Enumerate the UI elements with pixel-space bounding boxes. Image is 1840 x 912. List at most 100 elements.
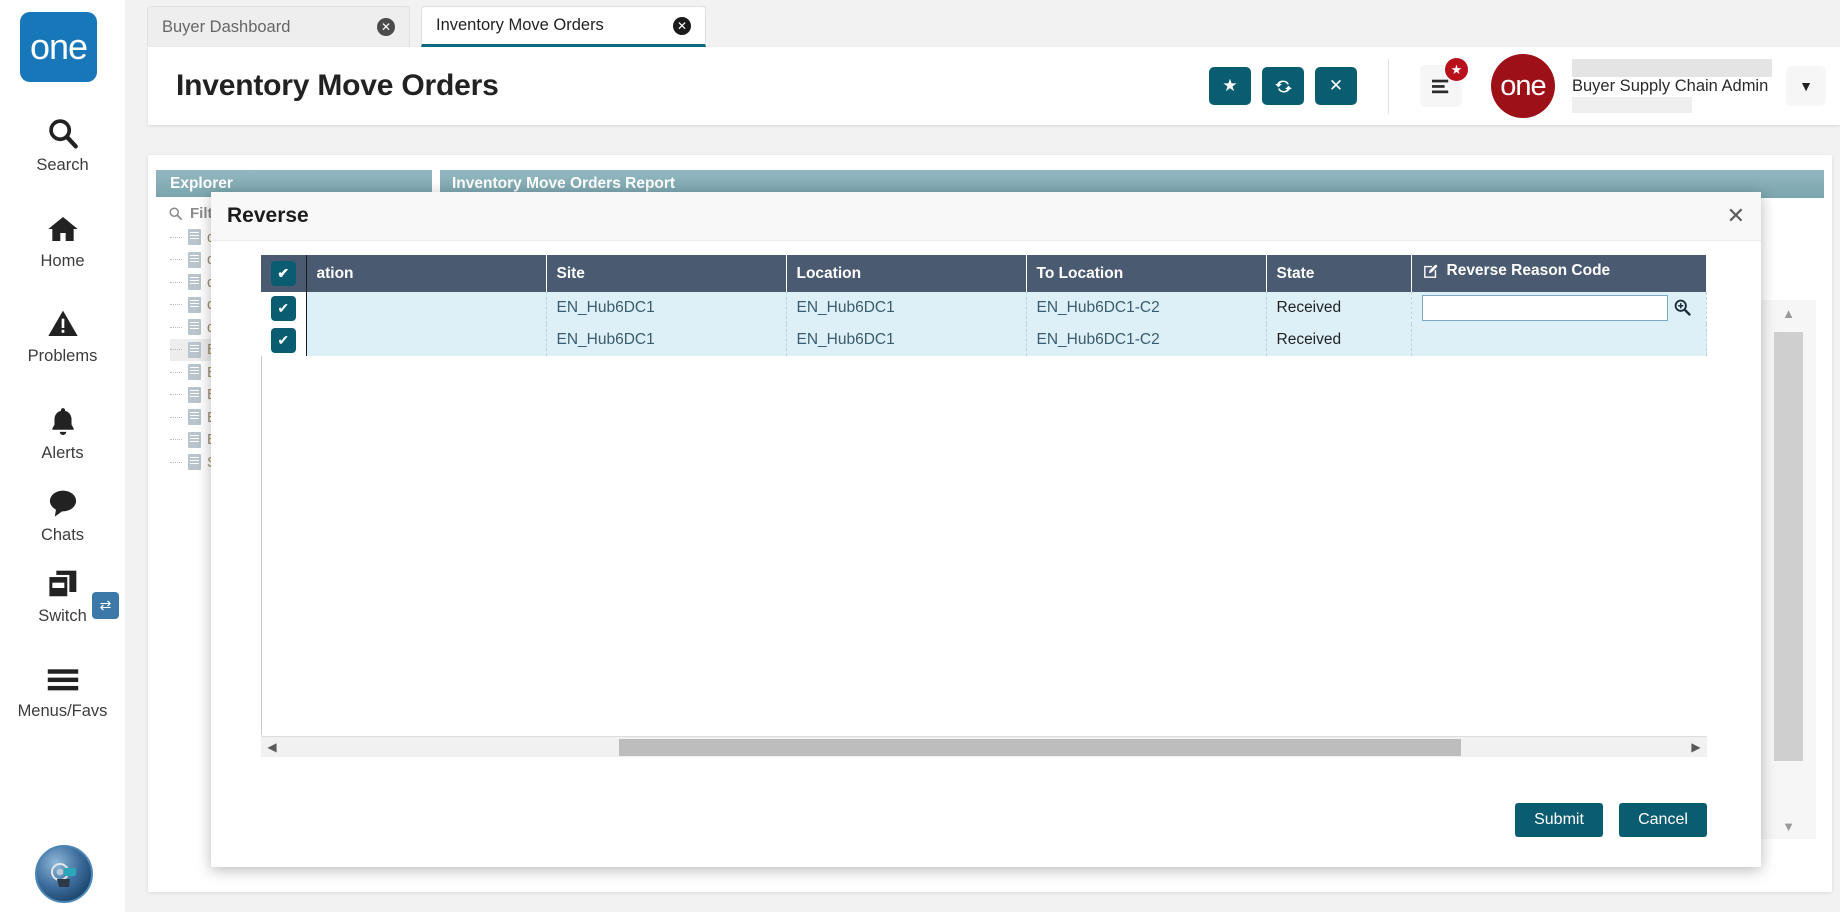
document-icon [188,274,201,291]
refresh-icon [1274,80,1292,92]
chevron-down-icon: ▼ [1799,78,1813,94]
tab-label: Inventory Move Orders [436,16,604,34]
grid-horizontal-scrollbar[interactable]: ◀ ▶ [261,736,1707,757]
favorite-button[interactable]: ★ [1209,67,1251,105]
home-icon [46,208,80,250]
tab-label: Buyer Dashboard [162,17,291,36]
column-header-to-location[interactable]: To Location [1026,255,1267,292]
rail-item-chats[interactable]: Chats [0,482,125,545]
user-menu[interactable]: Buyer Supply Chain Admin ▼ [1572,59,1840,113]
scrollbar-track[interactable] [283,737,1685,758]
warning-icon [46,303,80,345]
scroll-right-icon[interactable]: ▶ [1685,740,1707,754]
star-icon: ★ [1450,61,1463,77]
swap-arrows-icon: ⇄ [99,597,112,613]
switch-toggle-badge[interactable]: ⇄ [92,592,119,619]
cell-state: Received [1266,324,1412,356]
app-logo-text: one [29,26,88,67]
document-icon [188,341,201,358]
row-checkbox[interactable]: ✔ [270,327,296,353]
user-name: Buyer Supply Chain Admin [1572,76,1769,95]
page-title: Inventory Move Orders [176,69,499,102]
tree-connector [170,416,182,418]
header-divider [1388,58,1389,114]
tree-connector [170,281,182,283]
rail-item-problems[interactable]: Problems [0,303,125,366]
tree-connector [170,461,182,463]
tab-close-icon[interactable]: ✕ [673,16,691,35]
tab-inventory-move-orders[interactable]: Inventory Move Orders ✕ [421,6,706,47]
scroll-up-icon[interactable]: ▲ [1761,300,1816,326]
tab-close-icon[interactable]: ✕ [377,18,395,36]
row-checkbox[interactable]: ✔ [270,295,296,321]
document-icon [188,454,201,471]
rail-item-label: Problems [27,347,98,365]
reverse-modal: Reverse ✕ ✔ ation Site Location To Locat… [211,192,1761,867]
column-header-location[interactable]: Location [786,255,1027,292]
scroll-left-icon[interactable]: ◀ [261,740,283,754]
rail-item-alerts[interactable]: Alerts [0,400,125,463]
reverse-reason-code-input[interactable] [1421,295,1668,321]
reverse-grid: ✔ ation Site Location To Location State [261,255,1707,757]
cell-reverse-reason-code[interactable] [1411,292,1707,324]
cell-to-location: EN_Hub6DC1-C2 [1026,292,1267,324]
app-logo[interactable]: one [20,12,97,82]
cell-to-location: EN_Hub6DC1-C2 [1026,324,1267,356]
menu-favorites-button[interactable]: ★ [1420,57,1469,107]
chat-icon [46,482,80,524]
close-button[interactable]: ✕ [1315,67,1357,105]
cell-reverse-reason-code[interactable] [1411,324,1707,356]
rail-item-search[interactable]: Search [0,112,125,175]
select-all-header: ✔ [261,255,307,292]
document-icon [188,229,201,246]
app-root: one Search Home Problems Alerts Chats Sw… [0,0,1840,912]
cell-ation [306,292,547,324]
user-menu-caret[interactable]: ▼ [1786,66,1826,106]
column-header-ation[interactable]: ation [306,255,547,292]
rail-item-label: Home [40,252,85,270]
tree-connector [170,304,182,306]
cell-site: EN_Hub6DC1 [546,292,787,324]
column-header-state[interactable]: State [1266,255,1412,292]
document-icon [188,386,201,403]
column-header-reverse-reason-code[interactable]: Reverse Reason Code [1411,255,1707,292]
refresh-button[interactable] [1262,67,1304,105]
column-header-label: Reverse Reason Code [1446,262,1611,280]
modal-title: Reverse [227,204,309,227]
cell-location: EN_Hub6DC1 [786,292,1027,324]
cell-location: EN_Hub6DC1 [786,324,1027,356]
search-icon [46,112,80,154]
search-icon [169,207,182,220]
scrollbar-thumb[interactable] [1774,332,1803,761]
select-all-checkbox[interactable]: ✔ [270,261,296,286]
grid-empty-body [261,356,1707,735]
submit-button[interactable]: Submit [1515,803,1603,837]
star-icon: ★ [1222,76,1238,95]
left-nav-rail: one Search Home Problems Alerts Chats Sw… [0,0,125,912]
brand-logo-text: one [1500,69,1546,102]
row-select-cell: ✔ [261,292,307,324]
close-icon[interactable]: ✕ [1727,205,1745,227]
rail-item-label: Menus/Favs [17,702,108,720]
document-icon [188,431,201,448]
rail-item-label: Alerts [41,444,84,462]
brand-logo: one [1491,54,1555,118]
cancel-button[interactable]: Cancel [1619,803,1707,837]
ai-assistant-avatar[interactable] [35,845,93,903]
document-icon [188,296,201,313]
scrollbar-thumb[interactable] [619,738,1461,756]
scroll-down-icon[interactable]: ▼ [1761,813,1816,839]
table-row[interactable]: ✔ EN_Hub6DC1 EN_Hub6DC1 EN_Hub6DC1-C2 Re… [261,324,1707,356]
rail-item-menus-favs[interactable]: Menus/Favs [0,658,125,721]
document-icon [188,364,201,381]
magnifier-plus-icon[interactable] [1672,297,1692,320]
rail-item-label: Switch [38,607,87,625]
report-vertical-scrollbar[interactable]: ▲ ▼ [1760,300,1816,839]
tab-buyer-dashboard[interactable]: Buyer Dashboard ✕ [147,6,410,47]
header-actions: ★ ✕ ★ one Buyer Supply Chain Admin ▼ [1209,54,1840,118]
table-row[interactable]: ✔ EN_Hub6DC1 EN_Hub6DC1 EN_Hub6DC1-C2 Re… [261,292,1707,324]
rail-item-home[interactable]: Home [0,208,125,271]
page-header: Inventory Move Orders ★ ✕ ★ one Buyer Su… [148,47,1840,125]
column-header-site[interactable]: Site [546,255,787,292]
cell-ation [306,324,547,356]
